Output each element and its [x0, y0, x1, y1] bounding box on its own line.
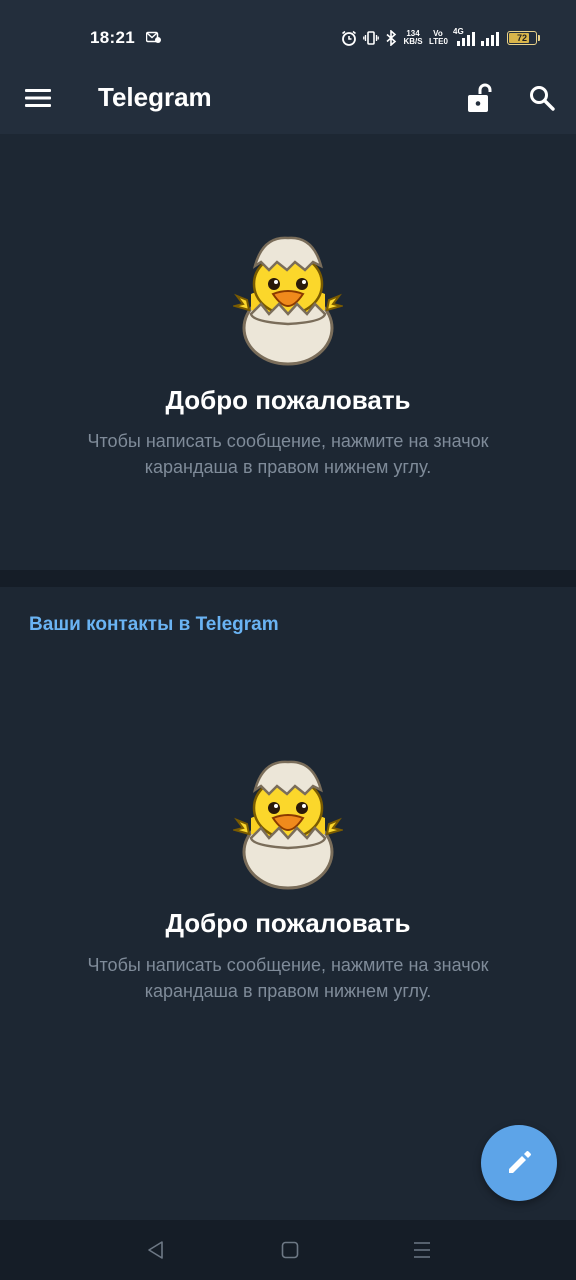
- contacts-section: Ваши контакты в Telegram Добро пожаловат…: [0, 587, 576, 1220]
- signal-1: 4G: [453, 27, 475, 46]
- bluetooth-icon: [386, 30, 397, 46]
- home-square-icon[interactable]: [281, 1241, 299, 1259]
- back-triangle-icon[interactable]: [146, 1240, 166, 1260]
- welcome-section: Добро пожаловать Чтобы написать сообщени…: [0, 134, 576, 570]
- signal-strength-icon: [457, 32, 475, 46]
- welcome-title: Добро пожаловать: [165, 385, 411, 415]
- search-icon: [530, 86, 555, 111]
- alarm-icon: [342, 30, 356, 46]
- unlocked-padlock-icon: [468, 83, 492, 112]
- search-button[interactable]: [522, 78, 562, 118]
- section-divider: [0, 570, 576, 587]
- status-icons: 134 KB/S Vo LTE0 4G 72: [341, 27, 540, 49]
- battery-indicator: 72: [507, 31, 540, 45]
- system-navigation-bar: [0, 1220, 576, 1280]
- hatching-chick-sticker-2: [233, 760, 343, 890]
- network-speed-unit: KB/S: [403, 37, 423, 46]
- status-bar: 18:21 134 KB/S Vo LTE0 4G 72: [0, 0, 576, 66]
- pencil-icon: [509, 1151, 531, 1173]
- volte-bottom: LTE0: [429, 37, 448, 46]
- telegram-screen: 18:21 134 KB/S Vo LTE0 4G 72 Telegram До…: [0, 0, 576, 1280]
- status-time: 18:21: [90, 28, 135, 47]
- vibrate-icon: [363, 31, 379, 45]
- menu-button[interactable]: [18, 78, 58, 118]
- recents-lines-icon[interactable]: [412, 1241, 432, 1259]
- notification-icon: [146, 31, 161, 43]
- battery-level: 72: [516, 33, 527, 43]
- app-title: Telegram: [98, 82, 212, 112]
- hatching-chick-sticker: [233, 236, 343, 366]
- signal-strength-icon-2: [481, 32, 499, 46]
- volte-indicator: Vo LTE0: [429, 30, 448, 46]
- hamburger-menu-icon: [25, 89, 51, 107]
- app-bar: Telegram: [0, 66, 576, 134]
- welcome-text: Чтобы написать сообщение, нажмите на зна…: [87, 431, 489, 477]
- passcode-lock-button[interactable]: [460, 78, 500, 118]
- battery-icon: 72: [507, 31, 537, 45]
- contacts-header: Ваши контакты в Telegram: [29, 614, 279, 635]
- network-speed: 134 KB/S: [403, 30, 423, 46]
- contacts-welcome-text: Чтобы написать сообщение, нажмите на зна…: [87, 955, 489, 1001]
- contacts-welcome-title: Добро пожаловать: [165, 908, 411, 938]
- new-message-button[interactable]: [481, 1125, 557, 1201]
- battery-tip: [538, 35, 540, 41]
